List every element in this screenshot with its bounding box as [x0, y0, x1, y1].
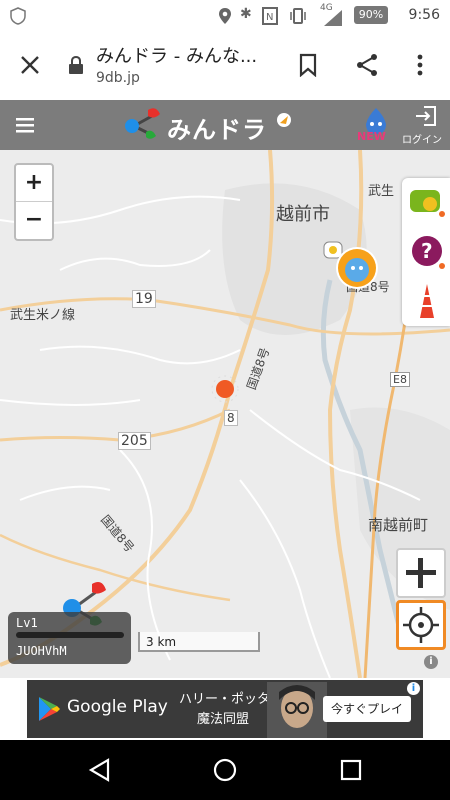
lock-icon	[69, 55, 83, 74]
hamburger-menu-icon[interactable]	[16, 117, 36, 133]
back-icon[interactable]	[88, 758, 112, 782]
bookmark-icon[interactable]	[298, 53, 318, 77]
page-title[interactable]: みんドラ - みんな...	[96, 42, 281, 68]
tower-icon[interactable]	[416, 282, 438, 320]
status-bar: ✱ N 4G 90% 9:56	[0, 0, 450, 32]
map-scale: 3 km	[138, 632, 260, 652]
clock: 9:56	[408, 7, 440, 23]
battery-indicator: 90%	[354, 6, 388, 24]
nfc-icon: N	[262, 7, 278, 25]
zoom-control: + −	[14, 163, 54, 241]
svg-text:N: N	[266, 12, 273, 23]
login-label[interactable]: ログイン	[402, 131, 442, 146]
player-name: JUOHVhM	[16, 644, 67, 658]
map-zoom-in-large-button[interactable]	[396, 548, 446, 598]
shield-icon	[10, 7, 26, 25]
plus-icon	[406, 558, 436, 588]
ad-character-image	[267, 682, 327, 738]
player-level: Lv1	[16, 616, 38, 630]
zoom-in-button[interactable]: +	[16, 165, 52, 202]
more-menu-icon[interactable]	[416, 54, 424, 76]
login-icon[interactable]	[414, 104, 438, 128]
map-label-takefu: 武生	[368, 184, 395, 199]
system-nav-bar	[0, 740, 450, 800]
player-location-marker[interactable]	[210, 374, 240, 404]
map-label-route-8-shield: 8	[224, 410, 238, 426]
monster-marker-icon[interactable]	[322, 240, 380, 292]
map-label-railway: 武生米ノ線	[10, 308, 76, 323]
zoom-out-button[interactable]: −	[16, 202, 52, 238]
locate-me-button[interactable]	[396, 600, 446, 650]
svg-text:?: ?	[421, 239, 433, 263]
ad-creative[interactable]: Google Play ハリー・ポッター： 魔法同盟 今すぐプレイ i	[27, 680, 423, 738]
logo-badge-icon	[277, 113, 291, 127]
ad-title-line2: 魔法同盟	[197, 712, 250, 727]
crosshair-icon	[403, 607, 439, 643]
help-icon[interactable]: ?	[408, 232, 446, 270]
map-label-minami-echizen: 南越前町	[368, 516, 429, 534]
map-label-route-19: 19	[132, 290, 156, 308]
ad-info-icon[interactable]: i	[407, 682, 420, 695]
ad-cta-button[interactable]: 今すぐプレイ	[323, 696, 411, 722]
share-icon[interactable]	[355, 53, 379, 77]
map-info-icon[interactable]: i	[424, 655, 438, 669]
ad-store-name: Google Play	[67, 697, 168, 717]
pin-logo-icon	[125, 108, 160, 139]
player-level-panel[interactable]: Lv1 JUOHVhM	[8, 612, 131, 664]
quest-badge-icon[interactable]	[408, 184, 446, 218]
location-icon	[219, 8, 231, 24]
map-label-e8: E8	[390, 372, 410, 387]
new-badge[interactable]: NEW	[357, 130, 386, 143]
bluetooth-icon: ✱	[240, 6, 252, 22]
app-logo-text: みんドラ	[167, 116, 267, 144]
map-label-city: 越前市	[276, 204, 330, 225]
recents-icon[interactable]	[340, 759, 362, 781]
signal-icon	[324, 10, 342, 26]
map-label-route-205: 205	[118, 432, 151, 450]
page-url[interactable]: 9db.jp	[96, 70, 140, 86]
google-play-icon	[39, 697, 60, 721]
xp-bar	[16, 632, 124, 638]
vibrate-icon	[290, 8, 306, 24]
close-icon[interactable]	[20, 55, 40, 75]
home-icon[interactable]	[212, 757, 238, 783]
